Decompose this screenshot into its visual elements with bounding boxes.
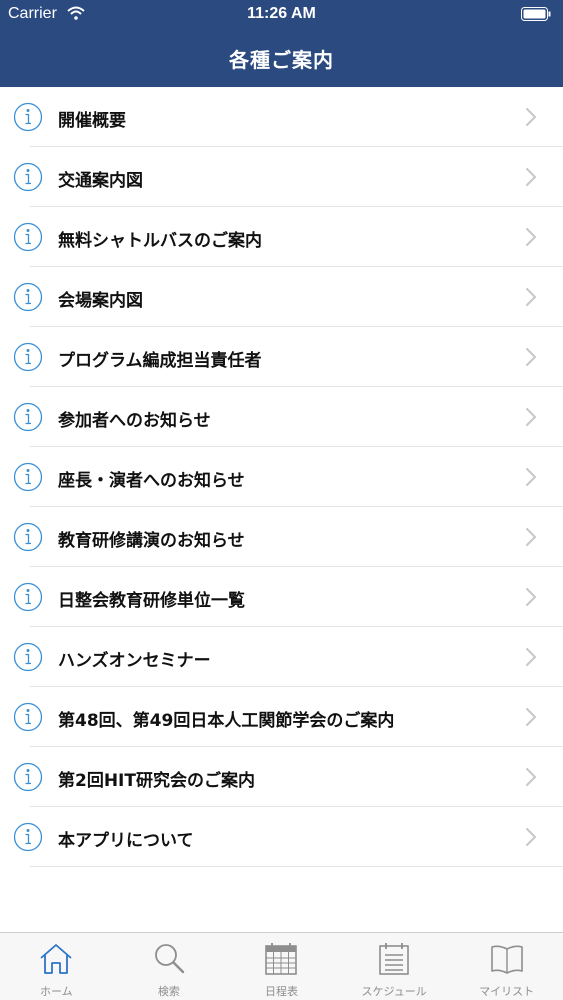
battery-icon: [521, 7, 551, 21]
book-icon: [490, 945, 523, 974]
info-icon: [13, 222, 43, 252]
info-icon: [13, 462, 43, 492]
chevron-right-icon: [526, 708, 536, 726]
info-icon: [13, 342, 43, 372]
info-icon: [13, 282, 43, 312]
tab-search[interactable]: 検索: [113, 933, 226, 1000]
list-item-label: プログラム編成担当責任者: [58, 351, 262, 371]
tab-mylist[interactable]: マイリスト: [450, 933, 563, 1000]
list-item-education-lecture[interactable]: 教育研修講演のお知らせ: [0, 507, 563, 567]
chevron-right-icon: [526, 228, 536, 246]
chevron-right-icon: [526, 768, 536, 786]
info-icon: [13, 162, 43, 192]
list-item-overview[interactable]: 開催概要: [0, 87, 563, 147]
row-divider: [30, 866, 563, 867]
info-icon: [13, 762, 43, 792]
list-item-shuttle-bus[interactable]: 無料シャトルバスのご案内: [0, 207, 563, 267]
chevron-right-icon: [526, 348, 536, 366]
info-icon: [13, 582, 43, 612]
list-item-label: 交通案内図: [58, 171, 143, 191]
list-item-label: ハンズオンセミナー: [58, 651, 211, 671]
chevron-right-icon: [526, 168, 536, 186]
list-item-arthroplasty-meeting[interactable]: 第48回、第49回日本人工関節学会のご案内: [0, 687, 563, 747]
list-item-label: 第2回HIT研究会のご案内: [58, 771, 255, 791]
list-item-label: 無料シャトルバスのご案内: [58, 231, 262, 251]
list-item-chair-speaker-notice[interactable]: 座長・演者へのお知らせ: [0, 447, 563, 507]
schedule-icon: [379, 943, 409, 975]
tab-schedule[interactable]: スケジュール: [338, 933, 451, 1000]
tab-label: マイリスト: [479, 985, 535, 998]
list-item-hit-meeting[interactable]: 第2回HIT研究会のご案内: [0, 747, 563, 807]
info-icon: [13, 702, 43, 732]
home-icon: [40, 944, 72, 974]
status-time: 11:26 AM: [247, 5, 316, 22]
tab-calendar[interactable]: 日程表: [225, 933, 338, 1000]
list-item-participant-notice[interactable]: 参加者へのお知らせ: [0, 387, 563, 447]
list-item-about-app[interactable]: 本アプリについて: [0, 807, 563, 867]
list-item-credit-list[interactable]: 日整会教育研修単位一覧: [0, 567, 563, 627]
chevron-right-icon: [526, 288, 536, 306]
list-item-program-chairs[interactable]: プログラム編成担当責任者: [0, 327, 563, 387]
status-bar: Carrier 11:26 AM: [0, 0, 563, 30]
info-icon: [13, 102, 43, 132]
list-item-access-map[interactable]: 交通案内図: [0, 147, 563, 207]
search-icon: [154, 944, 185, 974]
chevron-right-icon: [526, 108, 536, 126]
list-item-hands-on-seminar[interactable]: ハンズオンセミナー: [0, 627, 563, 687]
list-item-venue-map[interactable]: 会場案内図: [0, 267, 563, 327]
info-icon: [13, 822, 43, 852]
chevron-right-icon: [526, 408, 536, 426]
tab-label: 日程表: [264, 985, 298, 998]
list-item-label: 開催概要: [58, 111, 126, 131]
chevron-right-icon: [526, 588, 536, 606]
tab-bar: ホーム 検索 日程表 スケジュール マイリスト: [0, 932, 563, 1000]
info-icon: [13, 402, 43, 432]
tab-label: ホーム: [39, 985, 73, 998]
list-item-label: 参加者へのお知らせ: [58, 411, 211, 431]
page-title: 各種ご案内: [229, 48, 334, 72]
chevron-right-icon: [526, 828, 536, 846]
chevron-right-icon: [526, 468, 536, 486]
list-item-label: 座長・演者へのお知らせ: [58, 471, 245, 491]
info-list: 開催概要 交通案内図 無料シャトルバスのご案内 会場案内図 プログラム編成担当責…: [0, 87, 563, 867]
chevron-right-icon: [526, 528, 536, 546]
list-item-label: 日整会教育研修単位一覧: [58, 591, 245, 611]
list-item-label: 教育研修講演のお知らせ: [58, 531, 245, 551]
tab-home[interactable]: ホーム: [0, 933, 113, 1000]
list-item-label: 本アプリについて: [58, 831, 194, 851]
tab-label: スケジュール: [361, 985, 427, 998]
info-icon: [13, 522, 43, 552]
list-item-label: 会場案内図: [58, 291, 143, 311]
chevron-right-icon: [526, 648, 536, 666]
list-item-label: 第48回、第49回日本人工関節学会のご案内: [58, 711, 395, 731]
navigation-header: Carrier 11:26 AM 各種ご案内: [0, 0, 563, 87]
tab-label: 検索: [157, 985, 180, 998]
calendar-icon: [265, 943, 298, 975]
info-icon: [13, 642, 43, 672]
